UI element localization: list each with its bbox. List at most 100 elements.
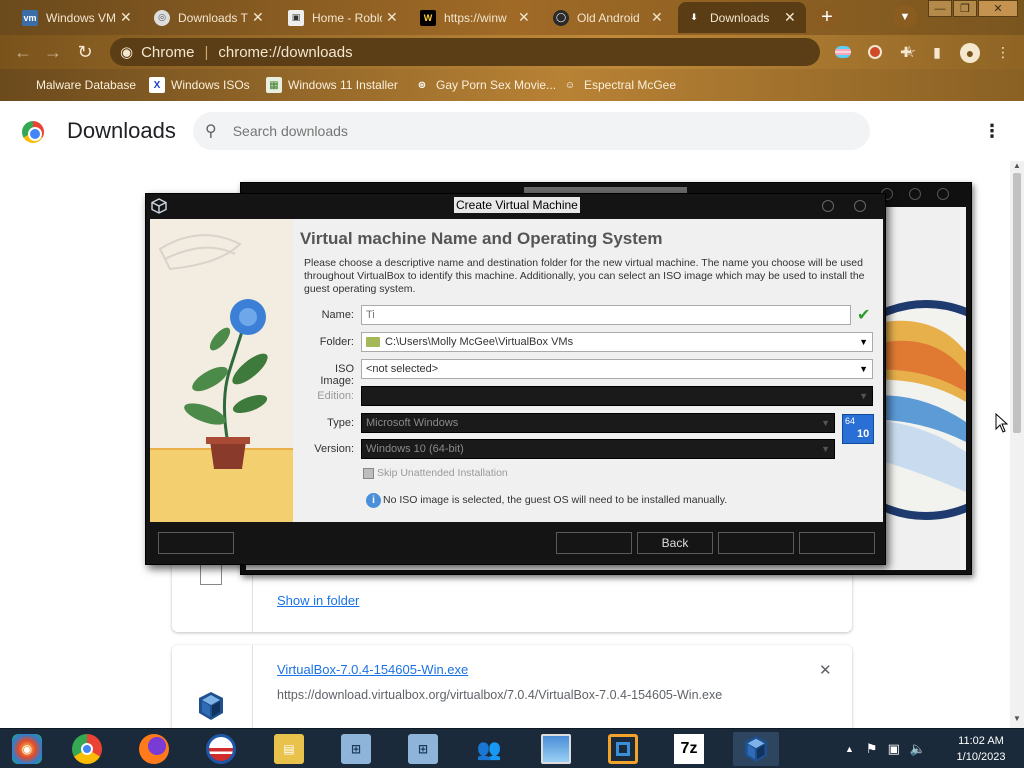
close-icon[interactable]: ✕: [651, 9, 663, 26]
taskbar-virtualbox[interactable]: [733, 732, 779, 766]
file-icon: [200, 563, 222, 585]
remove-download-icon[interactable]: ✕: [819, 661, 832, 679]
dialog-titlebar[interactable]: Create Virtual Machine: [146, 194, 885, 218]
ghost-icon: ☺: [564, 79, 576, 91]
puzzle-icon[interactable]: ✚: [897, 43, 915, 61]
tab-roblox[interactable]: ▣ Home - Roblo ✕: [280, 2, 408, 33]
tab-downloads[interactable]: ⬇ Downloads ✕: [678, 2, 806, 33]
forward-arrow-icon[interactable]: →: [42, 41, 64, 63]
tab-windows-vm[interactable]: vm Windows VM ✕: [14, 2, 142, 33]
info-row: i No ISO image is selected, the guest OS…: [300, 491, 883, 513]
tab-downloads-ti[interactable]: ◎ Downloads Ti ✕: [146, 2, 274, 33]
search-input[interactable]: [232, 123, 833, 139]
side-panel-icon[interactable]: ▮: [928, 43, 946, 61]
bookmark-malware-database[interactable]: Malware Database: [36, 76, 136, 94]
iso-row: ISO Image: <not selected> ▼: [300, 359, 883, 387]
close-button[interactable]: [937, 188, 949, 200]
volume-icon[interactable]: 🔈: [910, 741, 926, 757]
bookmark-windows-11-installer[interactable]: ▦ Windows 11 Installer: [266, 76, 398, 94]
taskbar-firefox[interactable]: [131, 732, 177, 766]
url-text: chrome://downloads: [218, 43, 353, 61]
profile-icon[interactable]: ●: [960, 43, 980, 63]
close-icon[interactable]: ✕: [252, 9, 264, 26]
taskbar-vmware[interactable]: [600, 732, 646, 766]
reload-icon[interactable]: ↻: [74, 41, 96, 63]
search-bar[interactable]: ⚲: [193, 112, 870, 150]
taskbar-7zip[interactable]: 7z: [666, 732, 712, 766]
maximize-button[interactable]: [909, 188, 921, 200]
tab-search-button[interactable]: ▼: [893, 5, 917, 29]
scroll-up-icon[interactable]: ▲: [1013, 161, 1021, 170]
folder-select[interactable]: C:\Users\Molly McGee\VirtualBox VMs ▼: [361, 332, 873, 352]
page-title: Downloads: [67, 118, 176, 143]
name-input[interactable]: Ti: [361, 305, 851, 325]
taskbar-network-2[interactable]: ⊞: [400, 732, 446, 766]
media-center-icon: ◉: [12, 734, 42, 764]
dropdown-arrow-icon: ▼: [859, 391, 868, 401]
show-hidden-icons[interactable]: ▲: [845, 744, 854, 754]
flower-illustration: [150, 219, 293, 522]
bookmark-espectral-mcgee[interactable]: ☺ Espectral McGee: [562, 76, 676, 94]
flag-extension-icon[interactable]: [834, 43, 852, 61]
checkmark-icon: ✔: [857, 307, 871, 324]
next-button[interactable]: [718, 532, 794, 554]
obama-logo-icon: [206, 734, 236, 764]
android-icon: ◯: [553, 9, 569, 26]
os-badge-bits: 64: [845, 416, 856, 426]
back-button[interactable]: Back: [637, 532, 713, 554]
dropdown-arrow-icon: ▼: [859, 337, 868, 347]
download-item-card: VirtualBox-7.0.4-154605-Win.exe https://…: [172, 645, 852, 728]
minimize-button[interactable]: —: [928, 0, 952, 17]
cancel-button[interactable]: [799, 532, 875, 554]
dropdown-arrow-icon: ▼: [821, 444, 830, 454]
photos-icon: [541, 734, 571, 764]
close-button[interactable]: [854, 200, 866, 212]
firefox-icon: [139, 734, 169, 764]
type-row: Type: Microsoft Windows ▼: [300, 413, 883, 435]
close-icon[interactable]: ✕: [784, 9, 796, 26]
iso-select[interactable]: <not selected> ▼: [361, 359, 873, 379]
avatar-extension-icon[interactable]: [866, 43, 884, 61]
help-button[interactable]: [158, 532, 234, 554]
bookmark-movie[interactable]: ⊛ Gay Porn Sex Movie...: [414, 76, 556, 94]
taskbar-network[interactable]: ⊞: [333, 732, 379, 766]
create-vm-dialog[interactable]: Create Virtual Machine Virtual machine N…: [145, 193, 886, 565]
chevron-down-icon: ▼: [899, 11, 911, 23]
back-arrow-icon[interactable]: ←: [12, 41, 34, 63]
kebab-menu-icon[interactable]: ⋮: [994, 43, 1012, 61]
start-button[interactable]: ◉: [4, 732, 50, 766]
action-center-flag-icon[interactable]: ⚑: [866, 741, 878, 757]
taskbar-file-explorer[interactable]: ▤: [266, 732, 312, 766]
close-window-button[interactable]: ✕: [978, 0, 1018, 17]
close-icon[interactable]: ✕: [120, 9, 132, 26]
folder-icon: [366, 337, 380, 347]
7zip-icon: 7z: [674, 734, 704, 764]
taskbar-photos[interactable]: [533, 732, 579, 766]
new-tab-button[interactable]: +: [815, 5, 839, 29]
download-filename-link[interactable]: VirtualBox-7.0.4-154605-Win.exe: [277, 662, 468, 677]
show-in-folder-link[interactable]: Show in folder: [277, 593, 359, 608]
virtualbox-icon: [741, 734, 771, 764]
dialog-description: Please choose a descriptive name and des…: [304, 257, 865, 295]
close-icon[interactable]: ✕: [386, 9, 398, 26]
expert-mode-button[interactable]: [556, 532, 632, 554]
scrollbar-thumb[interactable]: [1013, 173, 1021, 433]
address-bar[interactable]: ◉ Chrome | chrome://downloads ⇪ ☆: [110, 38, 916, 66]
minimize-button[interactable]: [822, 200, 834, 212]
download-icon: ⬇: [690, 12, 698, 22]
clock[interactable]: 11:02 AM 1/10/2023: [950, 733, 1012, 765]
taskbar-obama[interactable]: [198, 732, 244, 766]
windows-taskbar: ◉ ▤ ⊞ ⊞ 👥 7z ▲ ⚑ ▣ 🔈 11:02 AM 1/10/2023: [0, 728, 1024, 768]
tab-winw[interactable]: W https://winw ✕: [412, 2, 540, 33]
iso-label: ISO Image:: [320, 363, 354, 387]
maximize-button[interactable]: ❐: [953, 0, 977, 17]
close-icon[interactable]: ✕: [518, 9, 530, 26]
bookmark-windows-isos[interactable]: X Windows ISOs: [149, 76, 250, 94]
page-scrollbar[interactable]: ▲ ▼: [1010, 161, 1024, 728]
taskbar-people[interactable]: 👥: [466, 732, 512, 766]
tab-old-android[interactable]: ◯ Old Android ✕: [545, 2, 673, 33]
scroll-down-icon[interactable]: ▼: [1013, 714, 1021, 723]
network-status-icon[interactable]: ▣: [888, 741, 900, 757]
more-options-icon[interactable]: ⋮: [983, 121, 1001, 142]
taskbar-chrome[interactable]: [64, 732, 110, 766]
